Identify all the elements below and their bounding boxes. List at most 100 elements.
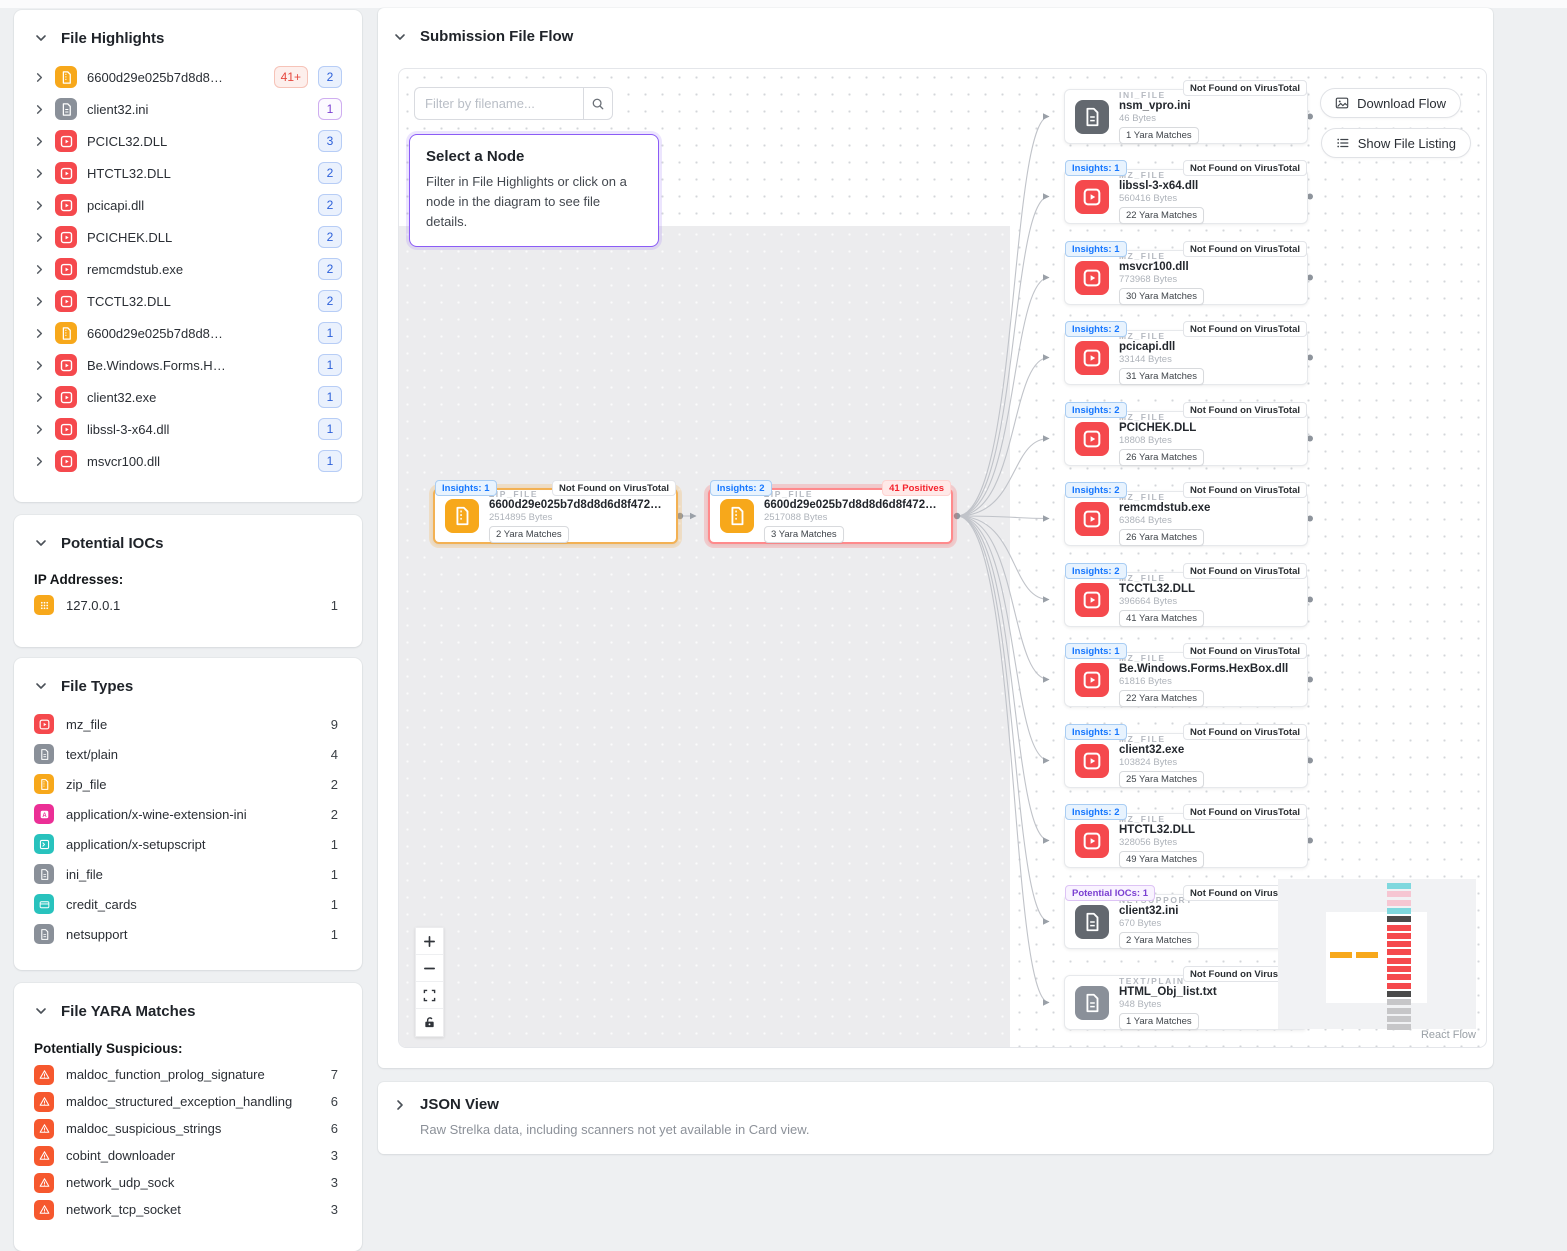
file-highlight-row[interactable]: client32.exe 1: [34, 381, 342, 413]
yara-matches-chip[interactable]: 2 Yara Matches: [489, 526, 569, 543]
file-highlight-row[interactable]: msvcr100.dll 1: [34, 445, 342, 477]
chevron-right-icon[interactable]: [34, 456, 45, 467]
node-file-name: remcmdstub.exe: [1119, 502, 1210, 514]
show-file-listing-button[interactable]: Show File Listing: [1321, 128, 1471, 158]
yara-matches-chip[interactable]: 41 Yara Matches: [1119, 610, 1204, 627]
yara-matches-chip[interactable]: 26 Yara Matches: [1119, 529, 1204, 546]
lock-button[interactable]: [416, 1009, 443, 1036]
mz-file-icon: [1075, 824, 1109, 858]
yara-row[interactable]: maldoc_suspicious_strings 6: [34, 1115, 342, 1142]
chevron-right-icon[interactable]: [393, 1098, 407, 1112]
zoom-in-button[interactable]: [416, 928, 443, 955]
file-highlight-row[interactable]: client32.ini 1: [34, 93, 342, 125]
file-type-count: 1: [331, 867, 342, 882]
chevron-down-icon[interactable]: [34, 31, 48, 45]
insights-badge: Insights: 1: [435, 480, 497, 496]
chevron-right-icon[interactable]: [34, 392, 45, 403]
flow-node-file[interactable]: Insights: 2 Not Found on VirusTotal MZ_F…: [1064, 491, 1308, 546]
file-highlight-row[interactable]: TCCTL32.DLL 2: [34, 285, 342, 317]
flow-node-zip-extracted[interactable]: Insights: 2 41 Positives ZIP_FILE 6600d2…: [708, 488, 953, 544]
flow-node-file[interactable]: Insights: 1 Not Found on VirusTotal MZ_F…: [1064, 169, 1308, 224]
zoom-out-button[interactable]: [416, 955, 443, 982]
yara-matches-chip[interactable]: 22 Yara Matches: [1119, 690, 1204, 707]
yara-row[interactable]: cobint_downloader 3: [34, 1142, 342, 1169]
file-type-row[interactable]: ini_file 1: [34, 859, 342, 889]
yara-matches-chip[interactable]: 31 Yara Matches: [1119, 368, 1204, 385]
yara-matches-chip[interactable]: 2 Yara Matches: [1119, 932, 1199, 949]
chevron-down-icon[interactable]: [393, 30, 407, 44]
ioc-row[interactable]: 127.0.0.1 1: [34, 590, 342, 620]
flow-node-file[interactable]: Insights: 2 Not Found on VirusTotal MZ_F…: [1064, 411, 1308, 466]
file-highlight-row[interactable]: libssl-3-x64.dll 1: [34, 413, 342, 445]
flow-node-file[interactable]: Insights: 2 Not Found on VirusTotal MZ_F…: [1064, 572, 1308, 627]
file-highlight-row[interactable]: pcicapi.dll 2: [34, 189, 342, 221]
warning-icon: [34, 1200, 54, 1220]
flow-node-file[interactable]: Insights: 2 Not Found on VirusTotal MZ_F…: [1064, 813, 1308, 868]
file-highlight-row[interactable]: 6600d29e025b7d8d8d6d8f472685b9f800e34182…: [34, 317, 342, 349]
file-name: 6600d29e025b7d8d8d6d8f472685b9f800e34182…: [87, 70, 229, 85]
file-type-row[interactable]: credit_cards 1: [34, 889, 342, 919]
file-highlight-row[interactable]: remcmdstub.exe 2: [34, 253, 342, 285]
flow-node-file[interactable]: Insights: 1 Not Found on VirusTotal MZ_F…: [1064, 652, 1308, 707]
warning-icon: [34, 1146, 54, 1166]
doc-file-icon: [55, 98, 77, 120]
chevron-right-icon[interactable]: [34, 72, 45, 83]
mz-file-icon: [1075, 744, 1109, 778]
file-highlight-row[interactable]: Be.Windows.Forms.HexBox.dll 1: [34, 349, 342, 381]
flow-node-zip-parent[interactable]: Insights: 1 Not Found on VirusTotal ZIP_…: [433, 488, 678, 544]
file-type-row[interactable]: A application/x-wine-extension-ini 2: [34, 799, 342, 829]
file-type-row[interactable]: zip_file 2: [34, 769, 342, 799]
count-badge: 1: [318, 354, 342, 376]
flow-node-file[interactable]: Potential IOCs: 1 Not Found on VirusTota…: [1064, 894, 1308, 949]
yara-matches-chip[interactable]: 30 Yara Matches: [1119, 288, 1204, 305]
chevron-right-icon[interactable]: [34, 136, 45, 147]
flow-canvas[interactable]: Select a Node Filter in File Highlights …: [398, 68, 1487, 1048]
file-type-name: text/plain: [66, 747, 319, 762]
flow-node-file[interactable]: Not Found on VirusTotal TEXT/PLAIN HTML_…: [1064, 975, 1308, 1030]
file-highlight-row[interactable]: 6600d29e025b7d8d8d6d8f472685b9f800e34182…: [34, 61, 342, 93]
file-highlight-row[interactable]: PCICHEK.DLL 2: [34, 221, 342, 253]
download-flow-label: Download Flow: [1357, 96, 1446, 111]
yara-row[interactable]: maldoc_structured_exception_handling 6: [34, 1088, 342, 1115]
flow-node-file[interactable]: Insights: 1 Not Found on VirusTotal MZ_F…: [1064, 250, 1308, 305]
file-type-row[interactable]: netsupport 1: [34, 919, 342, 949]
virustotal-badge: Not Found on VirusTotal: [1183, 160, 1307, 176]
chevron-down-icon[interactable]: [34, 1004, 48, 1018]
chevron-right-icon[interactable]: [34, 264, 45, 275]
mz-file-icon: [55, 226, 77, 248]
yara-matches-chip[interactable]: 1 Yara Matches: [1119, 1013, 1199, 1030]
yara-matches-chip[interactable]: 1 Yara Matches: [1119, 127, 1199, 144]
chevron-down-icon[interactable]: [34, 536, 48, 550]
yara-row[interactable]: maldoc_function_prolog_signature 7: [34, 1061, 342, 1088]
chevron-right-icon[interactable]: [34, 200, 45, 211]
yara-matches-chip[interactable]: 3 Yara Matches: [764, 526, 844, 543]
chevron-right-icon[interactable]: [34, 328, 45, 339]
file-highlight-row[interactable]: HTCTL32.DLL 2: [34, 157, 342, 189]
filter-input[interactable]: [414, 87, 583, 120]
flow-node-file[interactable]: Not Found on VirusTotal INI_FILE nsm_vpr…: [1064, 89, 1308, 144]
yara-matches-chip[interactable]: 25 Yara Matches: [1119, 771, 1204, 788]
file-type-row[interactable]: text/plain 4: [34, 739, 342, 769]
flow-minimap[interactable]: [1278, 879, 1476, 1029]
search-button[interactable]: [583, 87, 613, 120]
yara-matches-chip[interactable]: 22 Yara Matches: [1119, 207, 1204, 224]
download-flow-button[interactable]: Download Flow: [1320, 88, 1461, 118]
chevron-down-icon[interactable]: [34, 679, 48, 693]
yara-matches-chip[interactable]: 49 Yara Matches: [1119, 851, 1204, 868]
file-type-row[interactable]: application/x-setupscript 1: [34, 829, 342, 859]
file-highlight-row[interactable]: PCICL32.DLL 3: [34, 125, 342, 157]
flow-node-file[interactable]: Insights: 2 Not Found on VirusTotal MZ_F…: [1064, 330, 1308, 385]
yara-matches-chip[interactable]: 26 Yara Matches: [1119, 449, 1204, 466]
yara-row[interactable]: network_tcp_socket 3: [34, 1196, 342, 1223]
yara-row[interactable]: network_udp_sock 3: [34, 1169, 342, 1196]
chevron-right-icon[interactable]: [34, 104, 45, 115]
yara-group-label: Potentially Suspicious:: [34, 1041, 342, 1056]
chevron-right-icon[interactable]: [34, 168, 45, 179]
chevron-right-icon[interactable]: [34, 232, 45, 243]
fit-view-button[interactable]: [416, 982, 443, 1009]
chevron-right-icon[interactable]: [34, 296, 45, 307]
flow-node-file[interactable]: Insights: 1 Not Found on VirusTotal MZ_F…: [1064, 733, 1308, 788]
file-type-row[interactable]: mz_file 9: [34, 709, 342, 739]
chevron-right-icon[interactable]: [34, 424, 45, 435]
chevron-right-icon[interactable]: [34, 360, 45, 371]
